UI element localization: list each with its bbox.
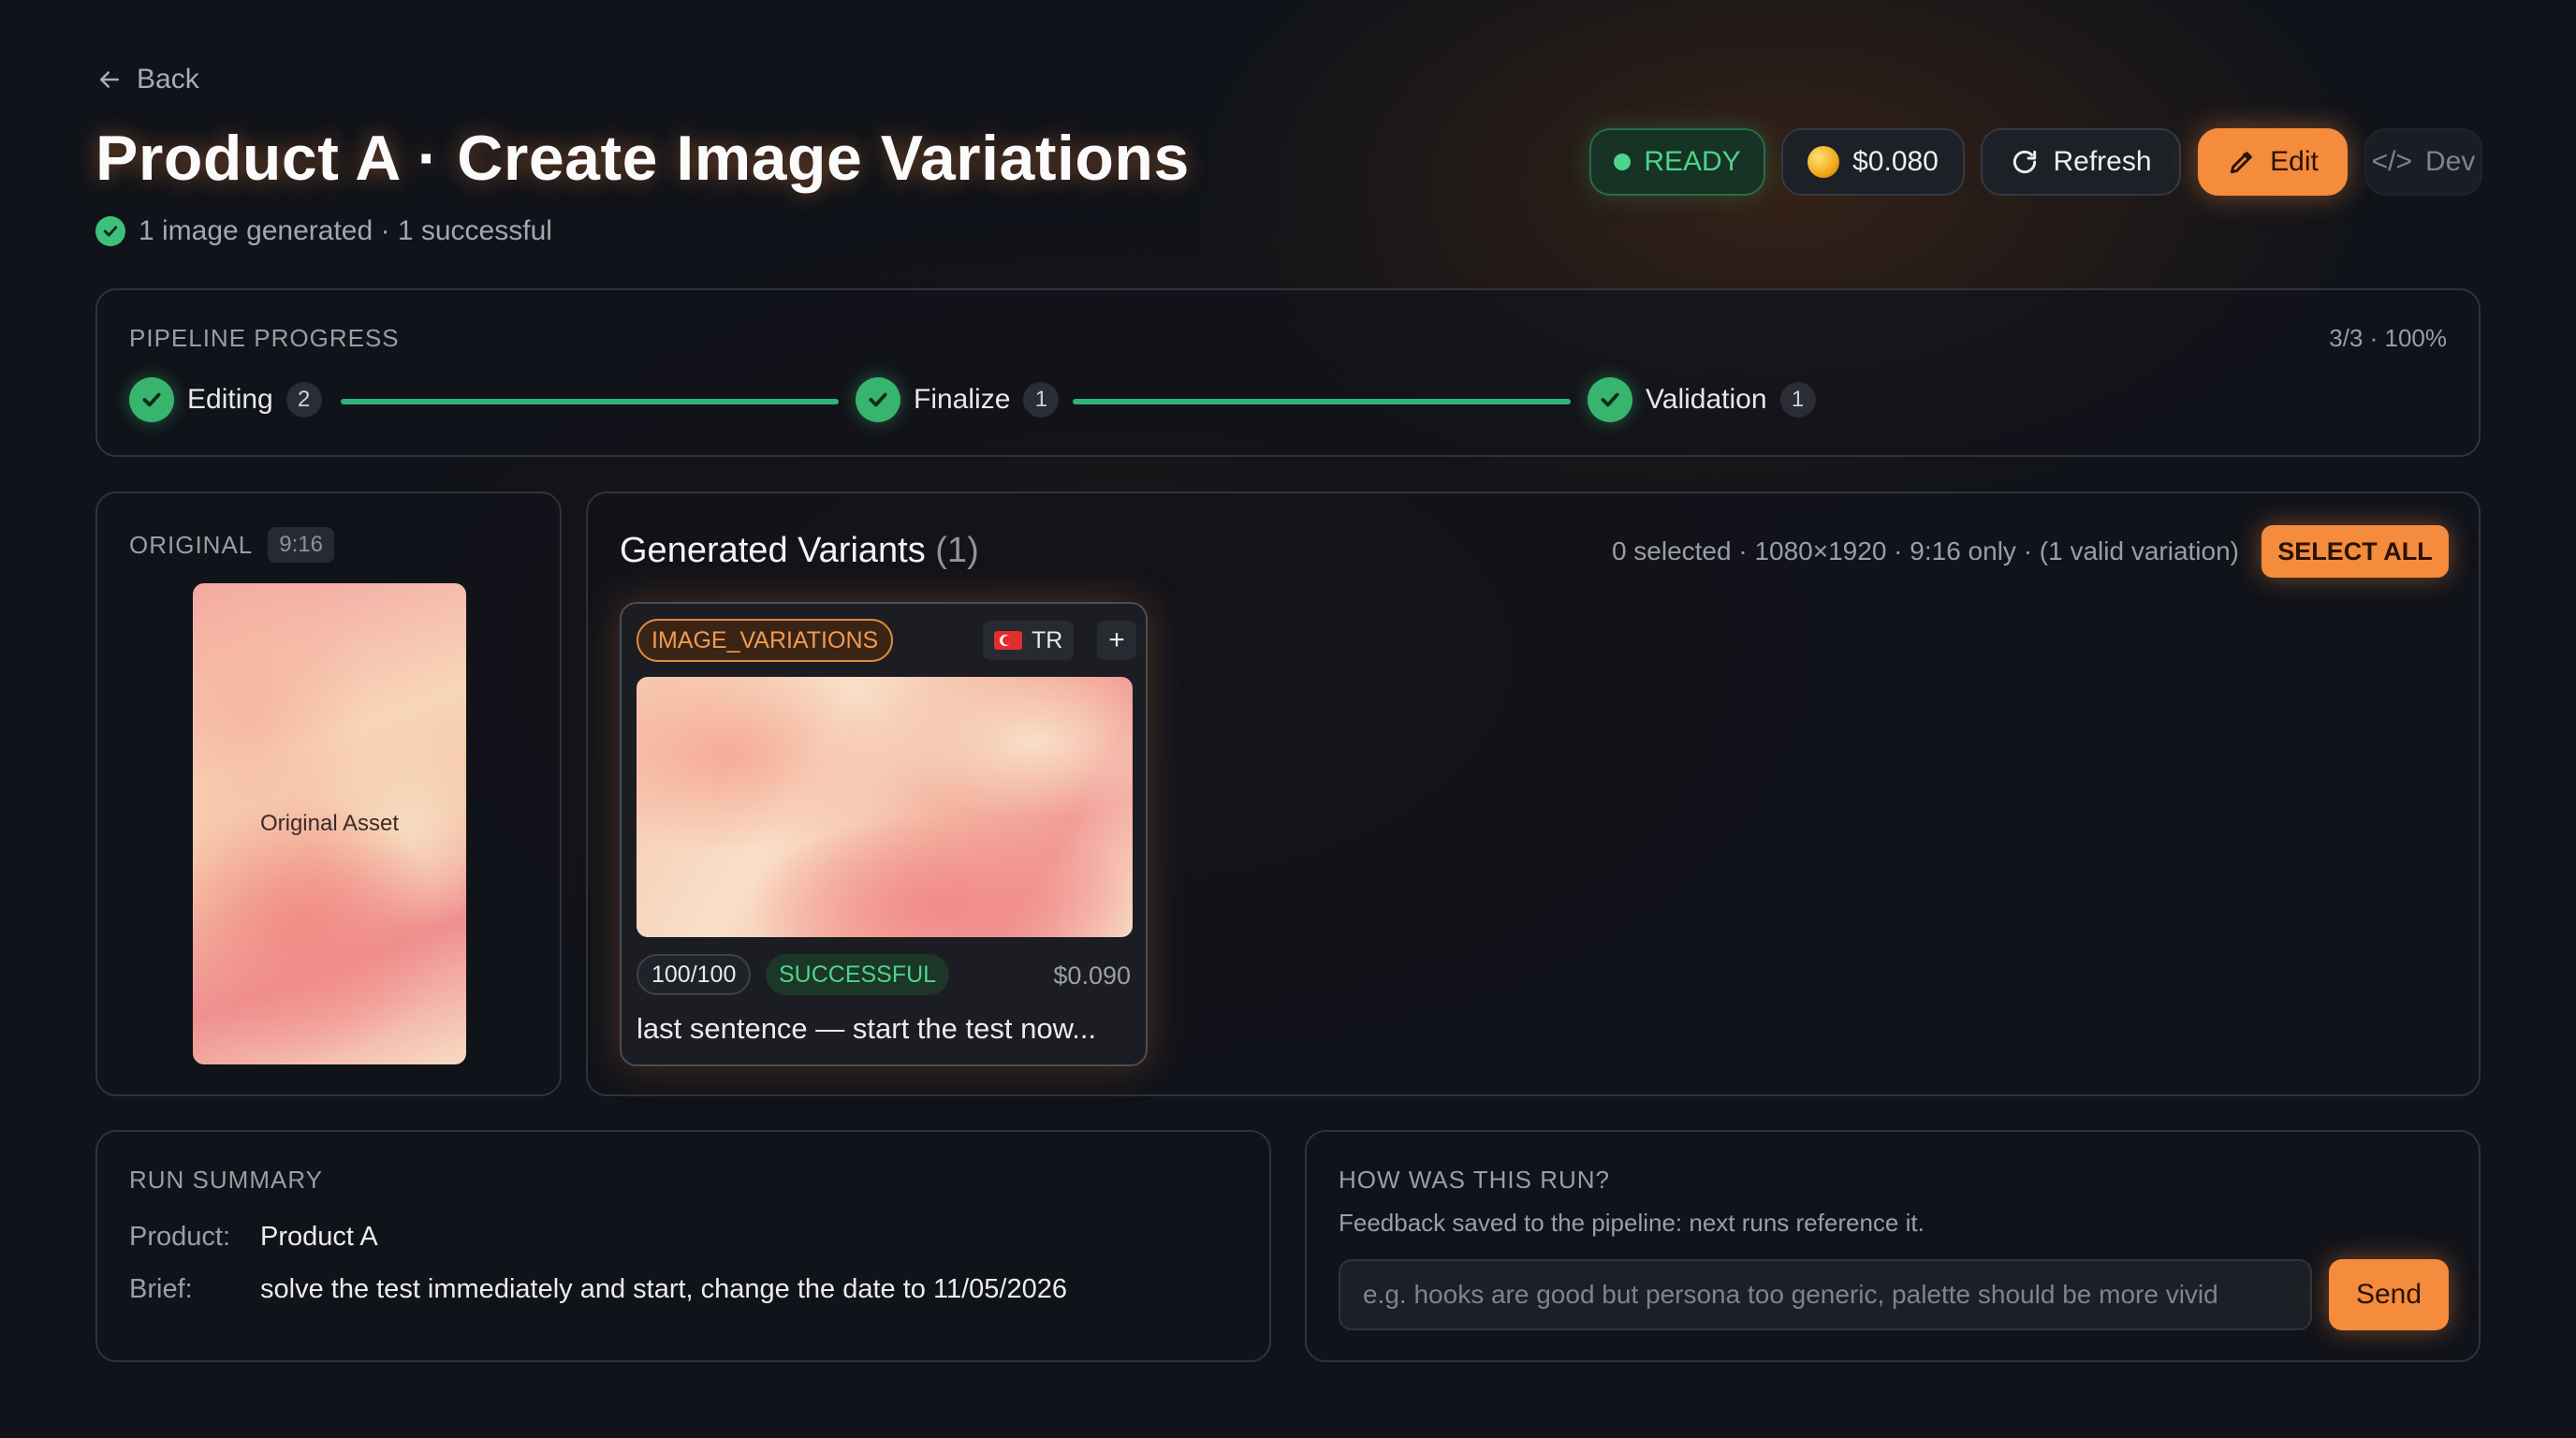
refresh-label: Refresh (2053, 146, 2152, 177)
run-status-line: 1 image generated · 1 successful (95, 215, 552, 247)
pipeline-progress-panel: PIPELINE PROGRESS 3/3 · 100% Editing 2 F… (95, 288, 2481, 457)
language-code: TR (1032, 626, 1063, 653)
edit-label: Edit (2270, 146, 2319, 177)
status-dot-icon (1614, 154, 1632, 170)
brief-key: Brief: (129, 1274, 193, 1304)
step-count: 1 (1023, 382, 1060, 418)
step-count: 2 (285, 382, 322, 418)
summary-label: RUN SUMMARY (129, 1166, 323, 1194)
arrow-left-icon (100, 71, 119, 88)
step-count: 1 (1779, 382, 1816, 418)
original-asset-label: Original Asset (259, 811, 400, 836)
page-title: Product A · Create Image Variations (95, 123, 1190, 194)
check-icon (856, 377, 900, 422)
select-all-button[interactable]: SELECT ALL (2261, 525, 2449, 578)
status-badge: READY (1589, 128, 1765, 196)
plus-icon: + (1108, 624, 1125, 655)
edit-button[interactable]: Edit (2198, 128, 2348, 196)
variant-price: $0.090 (1053, 961, 1131, 990)
feedback-input[interactable] (1339, 1259, 2312, 1330)
status-label: READY (1644, 146, 1741, 177)
subtitle-text: 1 image generated · 1 successful (139, 215, 552, 246)
language-selector[interactable]: TR (983, 621, 1075, 660)
variant-caption: last sentence — start the test now... (637, 1012, 1097, 1045)
back-link[interactable]: Back (95, 64, 199, 95)
product-value: Product A (260, 1222, 378, 1252)
variants-title: Generated Variants (1) (620, 531, 979, 571)
feedback-panel: HOW WAS THIS RUN? Feedback saved to the … (1305, 1130, 2481, 1362)
original-header: ORIGINAL 9:16 (129, 527, 334, 563)
pencil-icon (2231, 152, 2252, 174)
step-label: Validation (1646, 384, 1767, 415)
step-connector (341, 399, 839, 404)
product-key: Product: (129, 1222, 230, 1252)
variant-type-tag: IMAGE_VARIATIONS (637, 619, 894, 662)
check-circle-icon (95, 216, 125, 246)
check-icon (1588, 377, 1632, 422)
summary-row-product: Product: Product A (129, 1222, 378, 1253)
cost-badge: $0.080 (1781, 128, 1965, 196)
pipeline-step-finalize: Finalize 1 (856, 377, 1060, 422)
coin-icon (1808, 146, 1840, 178)
pipeline-step-validation: Validation 1 (1588, 377, 1816, 422)
pipeline-label: PIPELINE PROGRESS (129, 324, 400, 352)
feedback-description: Feedback saved to the pipeline: next run… (1339, 1209, 1925, 1237)
send-button[interactable]: Send (2329, 1259, 2449, 1330)
original-panel: ORIGINAL 9:16 Original Asset (95, 492, 562, 1096)
step-connector (1073, 399, 1571, 404)
step-label: Finalize (914, 384, 1011, 415)
variants-title-text: Generated Variants (620, 531, 926, 570)
refresh-icon (2013, 150, 2037, 174)
dev-label: Dev (2425, 146, 2476, 177)
check-icon (129, 377, 174, 422)
step-label: Editing (187, 384, 273, 415)
add-language-button[interactable]: + (1097, 621, 1136, 660)
score-badge: 100/100 (637, 954, 752, 995)
variants-count: (1) (935, 531, 979, 570)
dev-button[interactable]: </> Dev (2364, 128, 2482, 196)
original-asset-image[interactable]: Original Asset (193, 583, 466, 1064)
status-badge: SUCCESSFUL (766, 954, 950, 995)
refresh-button[interactable]: Refresh (1981, 128, 2181, 196)
turkey-flag-icon (994, 631, 1022, 650)
variants-meta: 0 selected · 1080×1920 · 9:16 only · (1 … (1611, 536, 2239, 565)
back-label: Back (137, 64, 199, 95)
run-summary-panel: RUN SUMMARY Product: Product A Brief: so… (95, 1130, 1271, 1362)
code-icon: </> (2371, 146, 2412, 177)
brief-value: solve the test immediately and start, ch… (260, 1274, 1067, 1304)
variant-image[interactable] (637, 677, 1133, 937)
variant-card[interactable]: IMAGE_VARIATIONS TR + 100/100 SUCCESSFUL… (620, 602, 1148, 1066)
summary-row-brief: Brief: solve the test immediately and st… (129, 1274, 1067, 1305)
cost-value: $0.080 (1852, 146, 1939, 177)
original-label: ORIGINAL (129, 530, 254, 559)
feedback-label: HOW WAS THIS RUN? (1339, 1166, 1611, 1194)
pipeline-step-editing: Editing 2 (129, 377, 322, 422)
pipeline-percent: 3/3 · 100% (2329, 324, 2447, 352)
ratio-chip: 9:16 (268, 527, 334, 563)
generated-variants-panel: Generated Variants (1) 0 selected · 1080… (586, 492, 2481, 1096)
